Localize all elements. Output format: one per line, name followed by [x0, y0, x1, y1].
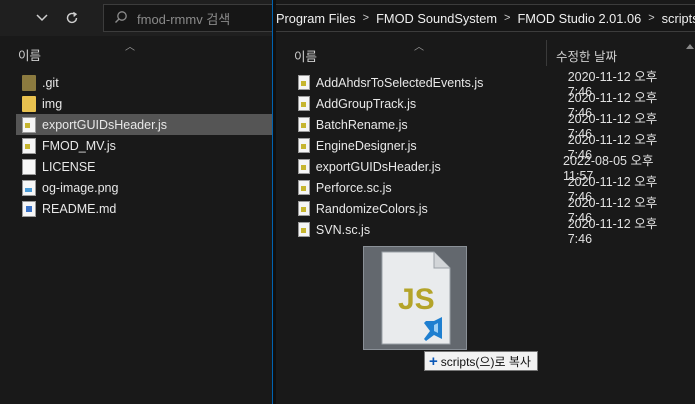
list-item[interactable]: og-image.png — [16, 177, 272, 198]
file-name: EngineDesigner.js — [315, 138, 417, 153]
left-explorer-pane: fmod-rmmv 검색 ︿ 이름 .git img exportGUIDsHe… — [0, 0, 272, 404]
js-file-icon — [298, 180, 310, 195]
file-name: RandomizeColors.js — [315, 201, 428, 216]
file-name: AddGroupTrack.js — [315, 96, 417, 111]
column-header-name[interactable]: 이름 — [18, 45, 41, 64]
item-label: .git — [42, 75, 59, 90]
right-explorer-pane: Program Files > FMOD SoundSystem > FMOD … — [276, 0, 695, 404]
breadcrumb-scripts[interactable]: scripts — [662, 11, 695, 26]
file-date: 2020-11-12 오후 7:46 — [567, 217, 658, 246]
js-file-icon — [22, 116, 36, 133]
breadcrumb-separator-icon[interactable]: > — [504, 12, 510, 24]
item-label: FMOD_MV.js — [42, 138, 116, 153]
js-file-icon — [298, 159, 310, 174]
js-file-icon — [298, 117, 310, 132]
column-header-date[interactable]: 수정한 날짜 — [556, 46, 617, 65]
plus-icon: + — [429, 352, 438, 370]
file-icon — [22, 158, 36, 175]
search-input[interactable]: fmod-rmmv 검색 — [137, 9, 230, 28]
list-item[interactable]: LICENSE — [16, 156, 272, 177]
folder-icon — [22, 95, 36, 112]
list-item[interactable]: .git — [16, 72, 272, 93]
js-file-icon — [298, 222, 310, 237]
item-label: og-image.png — [42, 180, 119, 195]
drag-icon-text: JS — [398, 283, 435, 316]
list-item[interactable]: FMOD_MV.js — [16, 135, 272, 156]
list-item[interactable]: README.md — [16, 198, 272, 219]
vertical-scrollbar[interactable] — [684, 40, 695, 404]
folder-icon — [22, 74, 36, 91]
scroll-up-icon[interactable] — [686, 44, 694, 49]
item-label: LICENSE — [42, 159, 96, 174]
breadcrumb-program-files[interactable]: Program Files — [276, 11, 356, 26]
file-name: SVN.sc.js — [315, 222, 371, 237]
breadcrumb-fmod-studio[interactable]: FMOD Studio 2.01.06 — [517, 11, 641, 26]
js-file-icon — [298, 75, 310, 90]
file-name: BatchRename.js — [315, 117, 408, 132]
chevron-down-icon[interactable] — [28, 0, 56, 36]
refresh-icon[interactable] — [58, 0, 86, 36]
breadcrumb-fmod-soundsystem[interactable]: FMOD SoundSystem — [376, 11, 497, 26]
sort-caret-icon: ︿ — [414, 42, 424, 53]
item-label: img — [42, 96, 63, 111]
drag-tooltip-text: scripts(으)로 복사 — [440, 354, 531, 369]
item-label: README.md — [42, 201, 117, 216]
file-name: Perforce.sc.js — [315, 180, 392, 195]
sort-caret-icon: ︿ — [125, 42, 135, 53]
js-file-large-icon: JS — [381, 251, 451, 345]
column-divider[interactable] — [546, 40, 547, 66]
js-file-icon — [298, 96, 310, 111]
list-item[interactable]: img — [16, 93, 272, 114]
search-box[interactable]: fmod-rmmv 검색 — [103, 4, 272, 32]
drag-ghost: JS — [363, 246, 467, 350]
breadcrumb-separator-icon[interactable]: > — [363, 12, 369, 24]
file-name: AddAhdsrToSelectedEvents.js — [315, 75, 484, 90]
table-row[interactable]: SVN.sc.js 2020-11-12 오후 7:46 — [292, 217, 684, 246]
image-file-icon — [22, 179, 36, 196]
drag-tooltip: + scripts(으)로 복사 — [424, 351, 538, 371]
column-header-name[interactable]: 이름 — [294, 46, 317, 65]
markdown-file-icon — [22, 200, 36, 217]
left-toolbar: fmod-rmmv 검색 — [0, 0, 272, 36]
js-file-icon — [22, 137, 36, 154]
list-item-selected[interactable]: exportGUIDsHeader.js — [16, 114, 272, 135]
js-file-icon — [298, 138, 310, 153]
js-file-icon — [298, 201, 310, 216]
search-icon — [114, 10, 128, 27]
breadcrumb[interactable]: Program Files > FMOD SoundSystem > FMOD … — [276, 4, 695, 32]
breadcrumb-separator-icon[interactable]: > — [648, 12, 654, 24]
file-name: exportGUIDsHeader.js — [315, 159, 441, 174]
item-label: exportGUIDsHeader.js — [42, 117, 168, 132]
